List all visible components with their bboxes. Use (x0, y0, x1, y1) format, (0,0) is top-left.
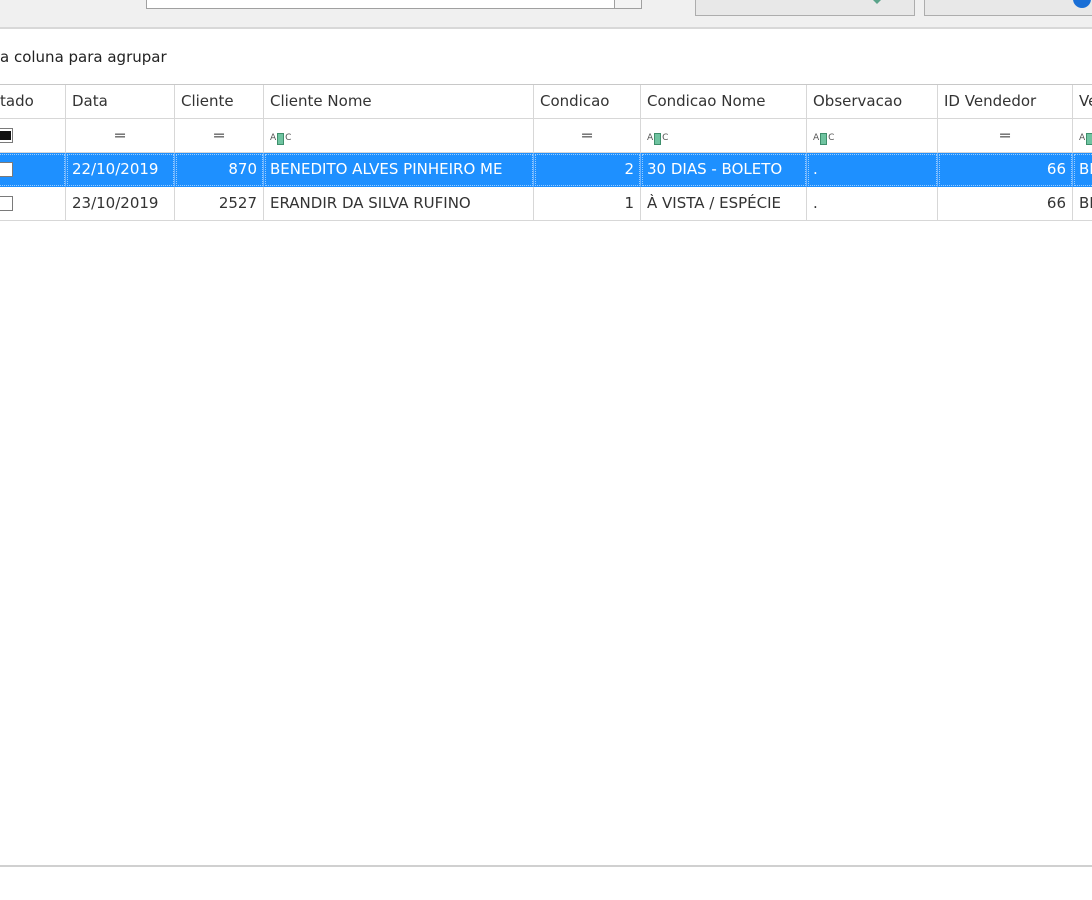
filter-checkbox[interactable] (0, 128, 13, 143)
cell-condicao-nome[interactable]: À VISTA / ESPÉCIE (641, 187, 807, 221)
cell-id-vendedor[interactable]: 66 (938, 187, 1073, 221)
cell-condicao-nome[interactable]: 30 DIAS - BOLETO (641, 153, 807, 187)
cell-observacao[interactable]: . (807, 187, 938, 221)
equals-icon: ═ (1000, 126, 1010, 145)
info-icon (1073, 0, 1091, 8)
cell-condicao[interactable]: 1 (534, 187, 641, 221)
cell-cliente[interactable]: 2527 (175, 187, 264, 221)
cell-id-vendedor[interactable]: 66 (938, 153, 1073, 187)
grid-header-row: tado Data Cliente Cliente Nome Condicao … (0, 85, 1092, 119)
cell-condicao[interactable]: 2 (534, 153, 641, 187)
abc-filter-icon: A (1079, 122, 1092, 152)
row-checkbox-cell[interactable] (0, 187, 66, 221)
column-header-condicao[interactable]: Condicao (534, 85, 641, 119)
column-header-id-vendedor[interactable]: ID Vendedor (938, 85, 1073, 119)
column-header-data[interactable]: Data (66, 85, 175, 119)
abc-filter-icon: AC (270, 132, 292, 145)
arrow-down-icon (870, 0, 884, 4)
grid-bottom-border (0, 865, 1092, 867)
column-header-observacao[interactable]: Observacao (807, 85, 938, 119)
row-checkbox[interactable] (0, 196, 13, 211)
column-header-ve[interactable]: Ve (1073, 85, 1092, 119)
search-combobox[interactable] (146, 0, 642, 9)
dropdown-button[interactable] (614, 0, 641, 8)
filter-cell-cliente-nome[interactable]: AC (264, 119, 534, 153)
filter-cell-cliente[interactable]: ═ (175, 119, 264, 153)
row-checkbox[interactable] (0, 162, 13, 177)
abc-filter-icon: AC (647, 132, 669, 145)
cell-ve[interactable]: BE (1073, 187, 1092, 221)
top-toolbar (0, 0, 1092, 29)
equals-icon: ═ (115, 126, 125, 145)
group-by-hint: a coluna para agrupar (0, 48, 167, 66)
filter-cell-condicao[interactable]: ═ (534, 119, 641, 153)
row-checkbox-cell[interactable] (0, 153, 66, 187)
filter-cell-observacao[interactable]: AC (807, 119, 938, 153)
data-grid[interactable]: tado Data Cliente Cliente Nome Condicao … (0, 84, 1092, 221)
cell-data[interactable]: 23/10/2019 (66, 187, 175, 221)
filter-cell-estado[interactable] (0, 119, 66, 153)
filter-cell-data[interactable]: ═ (66, 119, 175, 153)
filter-cell-id-vendedor[interactable]: ═ (938, 119, 1073, 153)
filter-cell-condicao-nome[interactable]: AC (641, 119, 807, 153)
table-row[interactable]: 22/10/2019 870 BENEDITO ALVES PINHEIRO M… (0, 153, 1092, 187)
cell-data[interactable]: 22/10/2019 (66, 153, 175, 187)
column-header-estado[interactable]: tado (0, 85, 66, 119)
filter-cell-ve[interactable]: A (1073, 119, 1092, 153)
table-row[interactable]: 23/10/2019 2527 ERANDIR DA SILVA RUFINO … (0, 187, 1092, 221)
cell-observacao[interactable]: . (807, 153, 938, 187)
column-header-cliente-nome[interactable]: Cliente Nome (264, 85, 534, 119)
equals-icon: ═ (582, 126, 592, 145)
grid-filter-row: ═ ═ AC ═ AC AC ═ A (0, 119, 1092, 153)
toolbar-button-1[interactable] (695, 0, 915, 16)
cell-cliente[interactable]: 870 (175, 153, 264, 187)
column-header-condicao-nome[interactable]: Condicao Nome (641, 85, 807, 119)
column-header-cliente[interactable]: Cliente (175, 85, 264, 119)
cell-cliente-nome[interactable]: ERANDIR DA SILVA RUFINO (264, 187, 534, 221)
cell-cliente-nome[interactable]: BENEDITO ALVES PINHEIRO ME (264, 153, 534, 187)
cell-ve[interactable]: BE (1073, 153, 1092, 187)
group-by-panel[interactable]: a coluna para agrupar (0, 48, 167, 66)
abc-filter-icon: AC (813, 132, 835, 145)
toolbar-button-2[interactable] (924, 0, 1092, 16)
equals-icon: ═ (214, 126, 224, 145)
